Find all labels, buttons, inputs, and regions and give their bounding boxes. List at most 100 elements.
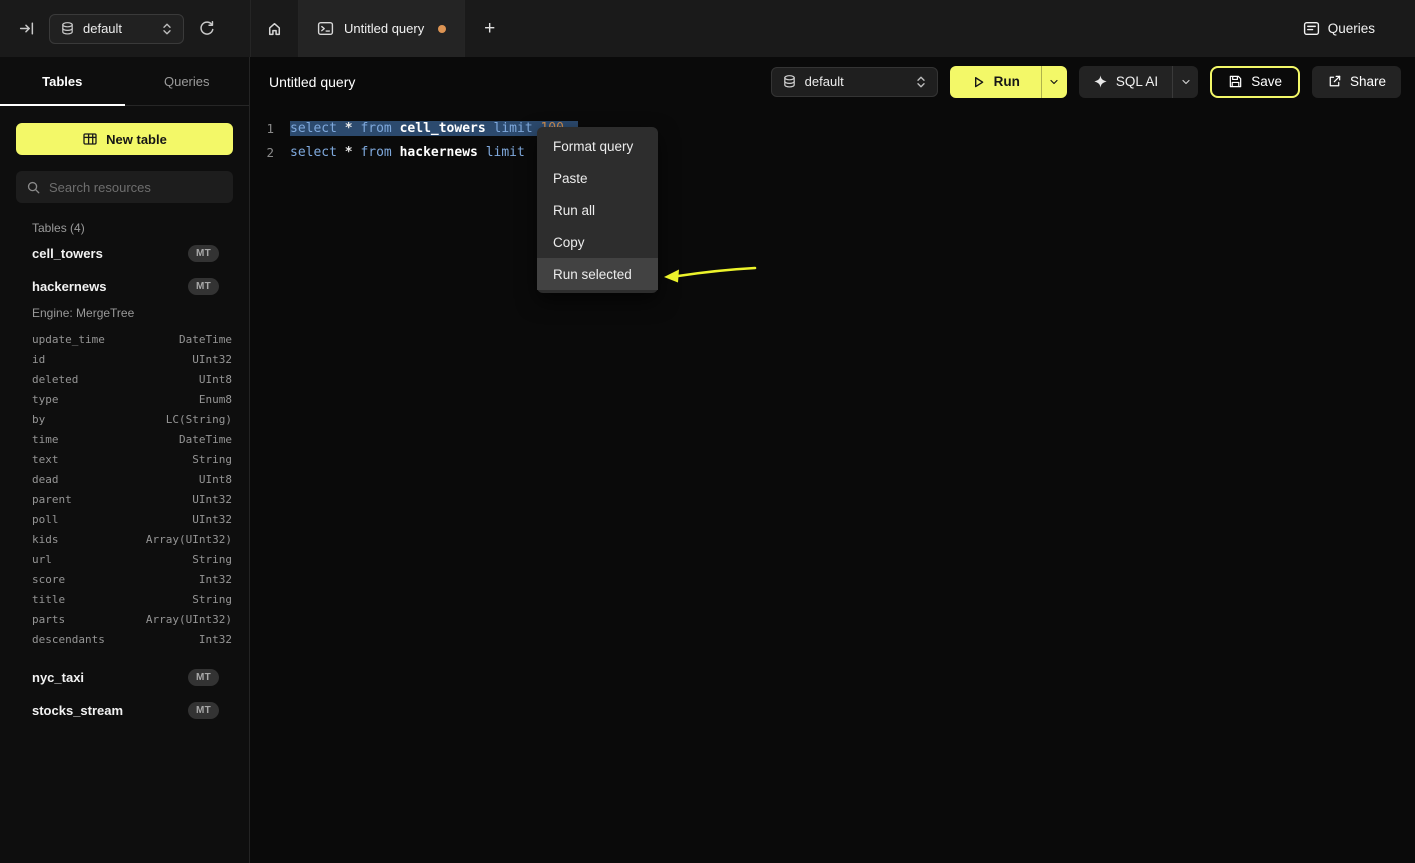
topbar-left: default	[0, 0, 250, 57]
column-name: by	[32, 413, 45, 426]
menu-item-label: Format query	[553, 139, 633, 154]
column-name: poll	[32, 513, 59, 526]
share-label: Share	[1350, 74, 1386, 89]
engine-badge: MT	[188, 278, 219, 295]
run-button[interactable]: Run	[950, 66, 1041, 98]
database-name: default	[805, 74, 907, 89]
table-row[interactable]: hackernews MT	[0, 270, 249, 303]
refresh-button[interactable]	[198, 20, 215, 37]
column-type: String	[192, 593, 232, 606]
context-menu: Format query Paste Run all Copy Run sele…	[537, 127, 658, 293]
table-name: nyc_taxi	[32, 670, 84, 685]
query-tab-icon	[317, 20, 334, 37]
new-table-button[interactable]: New table	[16, 123, 233, 155]
sidebar-tab-queries[interactable]: Queries	[125, 57, 250, 105]
column-name: update_time	[32, 333, 105, 346]
column-type: UInt8	[199, 373, 232, 386]
search-box[interactable]	[16, 171, 233, 203]
column-type: DateTime	[179, 433, 232, 446]
table-name: stocks_stream	[32, 703, 123, 718]
column-name: parts	[32, 613, 65, 626]
sql-ai-split-button: SQL AI	[1079, 66, 1198, 98]
topbar-database-selector[interactable]: default	[49, 14, 184, 44]
column-row: dead UInt8	[0, 469, 249, 489]
column-type: UInt32	[192, 353, 232, 366]
sidebar: Tables Queries New table Tabl	[0, 57, 250, 863]
context-menu-item[interactable]: Format query	[537, 130, 658, 162]
query-title: Untitled query	[269, 74, 355, 90]
column-type: String	[192, 553, 232, 566]
column-type: DateTime	[179, 333, 232, 346]
column-name: deleted	[32, 373, 78, 386]
column-type: Array(UInt32)	[146, 613, 232, 626]
collapse-sidebar-icon	[18, 20, 35, 37]
column-name: kids	[32, 533, 59, 546]
query-editor-panel: Untitled query default	[251, 57, 1415, 863]
table-grid-icon	[82, 131, 98, 147]
column-type: UInt32	[192, 493, 232, 506]
run-label: Run	[994, 74, 1020, 89]
column-row: kids Array(UInt32)	[0, 529, 249, 549]
context-menu-item[interactable]: Run all	[537, 194, 658, 226]
column-row: by LC(String)	[0, 409, 249, 429]
run-options-button[interactable]	[1041, 66, 1067, 98]
engine-label: Engine: MergeTree	[0, 303, 249, 329]
column-row: update_time DateTime	[0, 329, 249, 349]
table-row[interactable]: stocks_stream MT	[0, 694, 249, 727]
tab-untitled-query[interactable]: Untitled query	[298, 0, 465, 57]
column-name: descendants	[32, 633, 105, 646]
topbar-tabs: Untitled query +	[250, 0, 514, 57]
menu-item-label: Paste	[553, 171, 588, 186]
sql-editor[interactable]: 1 select * from cell_towers limit 100 2 …	[251, 106, 1415, 164]
database-icon	[60, 21, 75, 36]
code-line[interactable]: 1 select * from cell_towers limit 100	[266, 116, 1415, 140]
column-type: Int32	[199, 573, 232, 586]
column-row: deleted UInt8	[0, 369, 249, 389]
code-line[interactable]: 2 select * from hackernews limit	[266, 140, 1415, 164]
share-button[interactable]: Share	[1312, 66, 1401, 98]
home-tab[interactable]	[250, 0, 298, 57]
column-row: title String	[0, 589, 249, 609]
column-row: id UInt32	[0, 349, 249, 369]
sql-ai-options-button[interactable]	[1172, 66, 1198, 98]
editor-database-selector[interactable]: default	[771, 67, 938, 97]
search-input[interactable]	[49, 180, 225, 195]
column-type: Enum8	[199, 393, 232, 406]
column-row: poll UInt32	[0, 509, 249, 529]
table-row[interactable]: cell_towers MT	[0, 237, 249, 270]
column-type: Int32	[199, 633, 232, 646]
sidebar-tab-tables[interactable]: Tables	[0, 57, 125, 105]
editor-toolbar: default Run	[771, 66, 1401, 98]
column-row: descendants Int32	[0, 629, 249, 649]
queries-icon	[1303, 20, 1320, 37]
menu-item-label: Run all	[553, 203, 595, 218]
run-split-button: Run	[950, 66, 1067, 98]
context-menu-item[interactable]: Paste	[537, 162, 658, 194]
column-type: LC(String)	[166, 413, 232, 426]
save-button[interactable]: Save	[1210, 66, 1300, 98]
queries-button[interactable]: Queries	[1303, 0, 1375, 57]
column-type: Array(UInt32)	[146, 533, 232, 546]
context-menu-item[interactable]: Run selected	[537, 258, 658, 290]
column-name: id	[32, 353, 45, 366]
unsaved-indicator-dot	[438, 25, 446, 33]
column-row: url String	[0, 549, 249, 569]
column-type: String	[192, 453, 232, 466]
annotation-arrow	[663, 260, 759, 290]
column-row: type Enum8	[0, 389, 249, 409]
column-name: text	[32, 453, 59, 466]
column-name: time	[32, 433, 59, 446]
column-name: type	[32, 393, 59, 406]
collapse-sidebar-button[interactable]	[18, 20, 35, 37]
engine-badge: MT	[188, 669, 219, 686]
home-icon	[266, 20, 283, 37]
new-table-label: New table	[106, 132, 167, 147]
table-row[interactable]: nyc_taxi MT	[0, 661, 249, 694]
table-detail: Engine: MergeTree update_time DateTime i…	[0, 303, 249, 661]
new-tab-button[interactable]: +	[465, 0, 514, 57]
column-name: score	[32, 573, 65, 586]
column-type: UInt32	[192, 513, 232, 526]
context-menu-item[interactable]: Copy	[537, 226, 658, 258]
sql-ai-button[interactable]: SQL AI	[1079, 66, 1172, 98]
engine-badge: MT	[188, 702, 219, 719]
